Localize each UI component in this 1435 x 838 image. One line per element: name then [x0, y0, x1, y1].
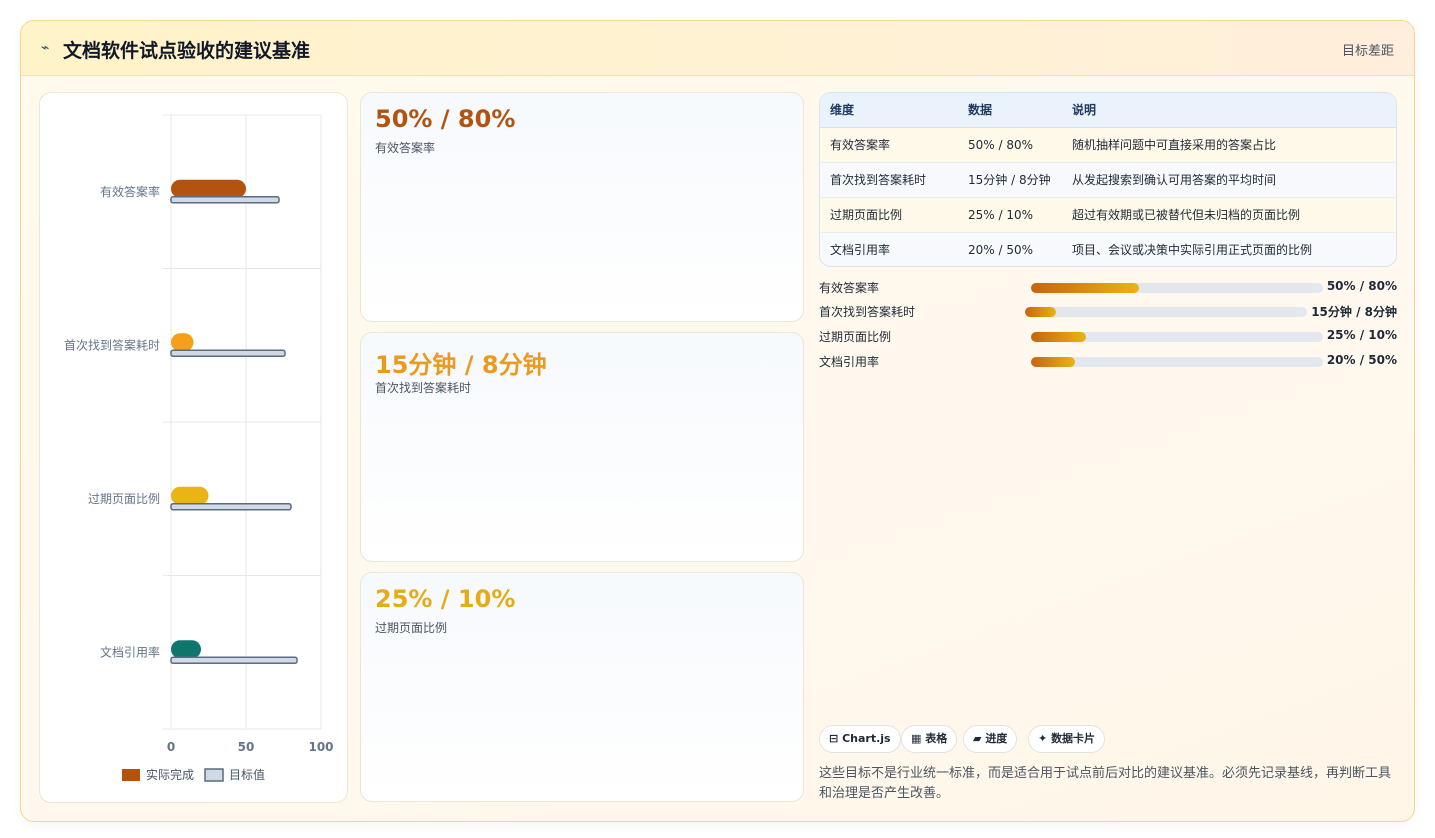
table-icon: ▦ [911, 732, 922, 745]
kpi-value: 50% / 80% [375, 105, 516, 133]
kpi-value: 25% / 10% [375, 585, 516, 613]
table-row: 文档引用率 20% / 50% 项目、会议或决策中实际引用正式页面的比例 [820, 232, 1396, 266]
kpi-label: 过期页面比例 [375, 621, 448, 635]
chip-label: 进度 [985, 732, 1008, 745]
gap-tag[interactable]: 目标差距 [1342, 40, 1394, 59]
table-cell: 首次找到答案耗时 [820, 162, 958, 198]
progress-label: 文档引用率 [819, 355, 880, 369]
table-header-row: 维度 数据 说明 [820, 93, 1396, 128]
column-header: 数据 [958, 93, 1062, 128]
progress-label: 有效答案率 [819, 281, 880, 295]
category-label: 首次找到答案耗时 [64, 337, 160, 352]
chip-table[interactable]: ▦ 表格 [901, 725, 958, 753]
table-cell: 25% / 10% [958, 197, 1062, 233]
legend-label-actual: 实际完成 [146, 767, 194, 782]
bar-target [170, 656, 298, 664]
table-cell: 超过有效期或已被替代但未归档的页面比例 [1062, 197, 1396, 233]
progress-fill [1025, 307, 1057, 317]
table-cell: 从发起搜索到确认可用答案的平均时间 [1062, 162, 1396, 198]
kpi-card-3: 25% / 10% 过期页面比例 [360, 572, 804, 802]
progress-track [1031, 357, 1323, 367]
bar-chart-panel: 有效答案率首次找到答案耗时过期页面比例文档引用率 0 50 100 实际完成 目标值 [39, 92, 348, 803]
chip-label: 数据卡片 [1051, 732, 1096, 745]
table-cell: 项目、会议或决策中实际引用正式页面的比例 [1062, 232, 1396, 266]
chart-icon: ⊟ [829, 732, 839, 745]
table-cell: 15分钟 / 8分钟 [958, 162, 1062, 198]
progress-fill [1031, 283, 1140, 293]
progress-value: 25% / 10% [1326, 328, 1397, 342]
bar-target [170, 503, 292, 511]
bar-actual [171, 486, 209, 505]
table-cell: 有效答案率 [820, 127, 958, 163]
bar-actual [171, 179, 246, 198]
progress-value: 15分钟 / 8分钟 [1311, 305, 1397, 319]
category-label: 有效答案率 [100, 184, 160, 199]
progress-track [1031, 283, 1323, 293]
kpi-value: 15分钟 / 8分钟 [375, 351, 547, 379]
progress-fill [1031, 332, 1087, 342]
table-row: 过期页面比例 25% / 10% 超过有效期或已被替代但未归档的页面比例 [820, 197, 1396, 233]
x-tick-label: 100 [308, 740, 333, 754]
pulse-icon: ⌁ [41, 40, 50, 56]
chip-label: Chart.js [842, 732, 891, 745]
kpi-label: 有效答案率 [375, 141, 436, 155]
progress-value: 50% / 80% [1326, 279, 1397, 293]
progress-label: 过期页面比例 [819, 330, 892, 344]
x-tick-label: 0 [167, 740, 175, 754]
progress-row: 首次找到答案耗时 15分钟 / 8分钟 [819, 303, 1397, 319]
footnote: 这些目标不是行业统一标准，而是适合用于试点前后对比的建议基准。必须先记录基线，再… [819, 766, 1392, 801]
bar-actual [171, 333, 194, 352]
bar-target [170, 196, 280, 204]
table-cell: 过期页面比例 [820, 197, 958, 233]
table-cell: 随机抽样问题中可直接采用的答案占比 [1062, 127, 1396, 163]
category-label: 文档引用率 [100, 644, 160, 659]
chip-data-cards[interactable]: ✦ 数据卡片 [1028, 725, 1106, 753]
chip-chartjs[interactable]: ⊟ Chart.js [819, 725, 901, 753]
category-label: 过期页面比例 [88, 492, 160, 506]
bar-target [170, 349, 286, 357]
progress-row: 文档引用率 20% / 50% [819, 353, 1397, 369]
progress-track [1031, 332, 1323, 342]
metrics-table: 维度 数据 说明 有效答案率 50% / 80% 随机抽样问题中可直接采用的答案… [819, 92, 1397, 267]
table-cell: 50% / 80% [958, 127, 1062, 163]
table-row: 首次找到答案耗时 15分钟 / 8分钟 从发起搜索到确认可用答案的平均时间 [820, 162, 1396, 198]
legend-swatch-actual [122, 769, 140, 781]
table-cell: 20% / 50% [958, 232, 1062, 266]
bar-actual [171, 640, 201, 659]
sparkle-icon: ✦ [1038, 732, 1048, 745]
progress-value: 20% / 50% [1326, 353, 1397, 367]
progress-icon: ▰ [973, 732, 982, 745]
legend-swatch-target [204, 768, 224, 782]
column-header: 维度 [820, 93, 958, 128]
progress-row: 过期页面比例 25% / 10% [819, 328, 1397, 344]
chip-label: 表格 [925, 732, 948, 745]
table-row: 有效答案率 50% / 80% 随机抽样问题中可直接采用的答案占比 [820, 127, 1396, 163]
baseline-card: ⌁ 文档软件试点验收的建议基准 目标差距 有效答案率 首次找到答案耗时 过期页面比例… [20, 20, 1415, 822]
kpi-card-2: 15分钟 / 8分钟 首次找到答案耗时 [360, 332, 804, 562]
x-tick-label: 50 [238, 740, 255, 754]
progress-label: 首次找到答案耗时 [819, 305, 916, 319]
page-title: 文档软件试点验收的建议基准 [63, 40, 311, 62]
bar-chart[interactable]: 有效答案率首次找到答案耗时过期页面比例文档引用率 0 50 100 实际完成 目标值 [40, 93, 349, 804]
card-header: ⌁ 文档软件试点验收的建议基准 目标差距 [21, 21, 1414, 76]
column-header: 说明 [1062, 93, 1396, 128]
legend-label-target: 目标值 [229, 767, 265, 782]
progress-row: 有效答案率 50% / 80% [819, 279, 1397, 295]
table-cell: 文档引用率 [820, 232, 958, 266]
progress-track [1025, 307, 1307, 317]
kpi-card-1: 50% / 80% 有效答案率 [360, 92, 804, 322]
chip-progress[interactable]: ▰ 进度 [963, 725, 1018, 753]
kpi-label: 首次找到答案耗时 [375, 381, 472, 395]
progress-fill [1031, 357, 1075, 367]
